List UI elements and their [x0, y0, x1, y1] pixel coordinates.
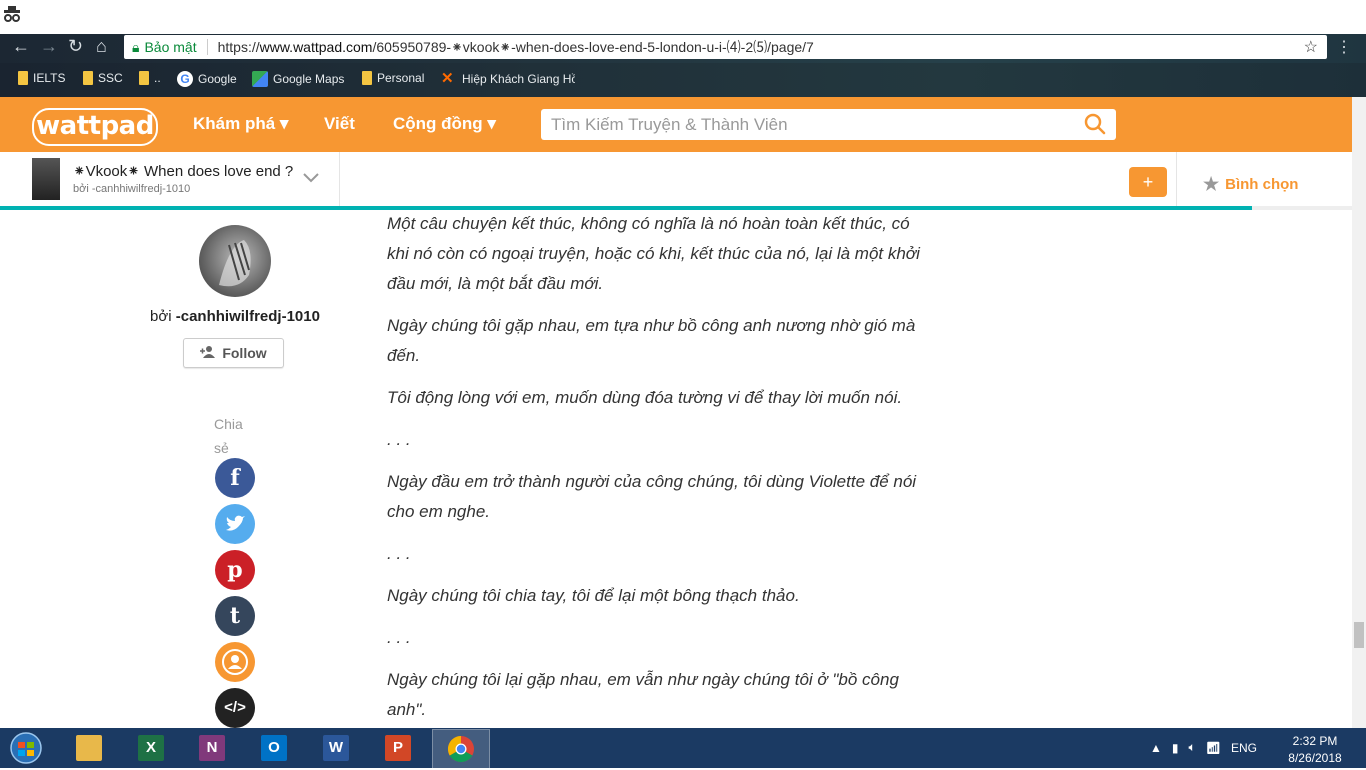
bookmark-game[interactable]: ✕ Hiệp Khách Giang Hồ	[441, 71, 575, 87]
bookmark-personal[interactable]: Personal	[362, 71, 424, 85]
folder-icon	[83, 71, 93, 85]
address-bar[interactable]: 🔒︎ Bảo mật https://www.wattpad.com/60595…	[124, 35, 1327, 59]
reading-progress-remaining	[1252, 206, 1352, 210]
folder-icon	[18, 71, 28, 85]
reload-icon[interactable]: ↻	[68, 36, 83, 57]
search-box	[541, 109, 1116, 140]
twitter-icon[interactable]	[215, 504, 255, 544]
nav-write[interactable]: Viết	[324, 114, 355, 134]
story-title[interactable]: ⁕Vkook⁕ When does love end ?	[73, 162, 293, 180]
story-paragraph: Một câu chuyện kết thúc, không có nghĩa …	[387, 214, 920, 293]
search-input[interactable]	[541, 109, 1081, 140]
onenote-icon: N	[199, 735, 225, 761]
nav-explore[interactable]: Khám phá ▾	[193, 114, 288, 134]
address-separator	[206, 39, 208, 55]
divider	[1176, 152, 1177, 207]
battery-icon[interactable]: ▮	[1172, 741, 1179, 755]
add-user-icon	[200, 345, 216, 361]
incognito-icon	[2, 4, 22, 24]
story-paragraph: . . .	[387, 628, 411, 647]
user-icon[interactable]	[215, 642, 255, 682]
clock[interactable]: 2:32 PM 8/26/2018	[1280, 733, 1350, 767]
taskbar-onenote[interactable]: N	[189, 730, 235, 766]
bookmark-ielts[interactable]: IELTS	[18, 71, 65, 85]
start-button[interactable]	[8, 731, 44, 765]
chevron-down-icon[interactable]	[302, 170, 319, 184]
google-icon: G	[177, 71, 193, 87]
vote-label: Bình chọn	[1225, 176, 1299, 193]
story-paragraph: Ngày chúng tôi gặp nhau, em tựa như bồ c…	[387, 316, 916, 365]
star-icon: ★	[1203, 174, 1220, 194]
taskbar-outlook[interactable]: O	[251, 730, 297, 766]
system-tray: ▲ ▮ 🔈︎ 📶︎ ENG	[1150, 740, 1257, 755]
outlook-icon: O	[261, 735, 287, 761]
folder-icon	[139, 71, 149, 85]
bookmark-ssc[interactable]: SSC	[83, 71, 123, 85]
browser-titlebar	[0, 0, 1366, 34]
wattpad-logo[interactable]: wattpad	[32, 108, 158, 146]
language-indicator[interactable]: ENG	[1231, 741, 1257, 755]
author-byline: bởi -canhhiwilfredj-1010	[150, 308, 320, 325]
maps-icon	[252, 71, 268, 87]
forward-icon[interactable]: →	[40, 36, 58, 57]
add-to-list-button[interactable]: +	[1129, 167, 1167, 197]
taskbar-excel[interactable]: X	[128, 730, 174, 766]
clock-date: 8/26/2018	[1288, 751, 1342, 765]
follow-button[interactable]: Follow	[183, 338, 284, 368]
file-explorer-icon	[76, 735, 102, 761]
excel-icon: X	[138, 735, 164, 761]
story-paragraph: . . .	[387, 544, 411, 563]
search-icon[interactable]	[1084, 113, 1106, 135]
network-icon[interactable]: 📶︎	[1206, 741, 1221, 755]
share-label: Chia sẻ	[214, 416, 243, 456]
folder-icon	[362, 71, 372, 85]
embed-icon[interactable]: </>	[215, 688, 255, 728]
story-author[interactable]: bởi -canhhiwilfredj-1010	[73, 183, 190, 195]
taskbar-file-explorer[interactable]	[66, 730, 112, 766]
author-name[interactable]: -canhhiwilfredj-1010	[176, 308, 320, 325]
scrollbar-thumb[interactable]	[1354, 622, 1364, 648]
bookmark-google[interactable]: G Google	[177, 71, 237, 87]
taskbar-powerpoint[interactable]: P	[375, 730, 421, 766]
story-paragraph: Tôi động lòng với em, muốn dùng đóa tườn…	[387, 388, 903, 407]
story-paragraph: . . .	[387, 430, 411, 449]
facebook-icon[interactable]: f	[215, 458, 255, 498]
story-cover[interactable]	[32, 158, 60, 200]
pinterest-icon[interactable]: p	[215, 550, 255, 590]
home-icon[interactable]: ⌂	[96, 36, 107, 57]
tumblr-icon[interactable]: t	[215, 596, 255, 636]
bookmark-dots[interactable]: ..	[139, 71, 161, 85]
lock-icon: 🔒︎	[132, 38, 140, 55]
vote-button[interactable]: ★ Bình chọn	[1203, 174, 1298, 195]
powerpoint-icon: P	[385, 735, 411, 761]
game-icon: ✕	[441, 70, 454, 87]
avatar[interactable]	[199, 225, 271, 297]
taskbar-word[interactable]: W	[313, 730, 359, 766]
volume-icon[interactable]: 🔈︎	[1189, 740, 1196, 755]
story-content: Một câu chuyện kết thúc, không có nghĩa …	[387, 209, 927, 737]
back-icon[interactable]: ←	[12, 36, 30, 57]
chrome-icon	[447, 735, 475, 763]
taskbar-chrome[interactable]	[432, 729, 490, 769]
word-icon: W	[323, 735, 349, 761]
clock-time: 2:32 PM	[1292, 734, 1338, 748]
url-text: https://www.wattpad.com/605950789-⁕vkook…	[217, 39, 814, 55]
bookmark-star-icon[interactable]: ☆	[1304, 37, 1318, 57]
bookmark-google-maps[interactable]: Google Maps	[252, 71, 344, 87]
security-label: Bảo mật	[144, 39, 197, 55]
story-paragraph: Ngày chúng tôi lại gặp nhau, em vẫn như …	[387, 670, 899, 719]
chevron-up-icon[interactable]: ▲	[1150, 741, 1162, 755]
nav-community[interactable]: Cộng đồng ▾	[393, 114, 496, 134]
divider	[339, 152, 340, 207]
story-paragraph: Ngày đầu em trở thành người của công chú…	[387, 472, 917, 521]
story-paragraph: Ngày chúng tôi chia tay, tôi để lại một …	[387, 586, 800, 605]
browser-menu-icon[interactable]: ⋮	[1336, 37, 1352, 57]
